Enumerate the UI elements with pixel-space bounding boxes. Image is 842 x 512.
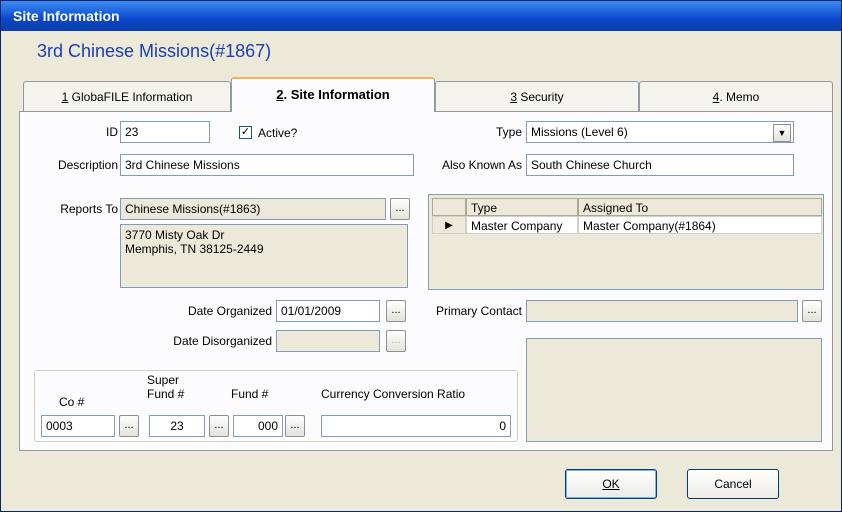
tab-site-information[interactable]: 2. Site Information <box>231 77 435 112</box>
date-organized-label: Date Organized <box>187 304 272 318</box>
title-bar: Site Information <box>1 1 841 31</box>
site-information-panel: ID 23 ✓ Active? Type Missions (Level 6) … <box>19 111 833 451</box>
cancel-button[interactable]: Cancel <box>687 469 779 499</box>
address-line-2: Memphis, TN 38125-2449 <box>125 242 264 256</box>
ok-button-label: OK <box>602 477 620 491</box>
grid-cell-type[interactable]: Master Company <box>466 216 578 234</box>
date-organized-picker-button[interactable]: ... <box>386 300 406 322</box>
description-label: Description <box>57 158 118 172</box>
tab-label: GlobaFILE Information <box>68 90 193 104</box>
tab-globafile-information[interactable]: 1 GlobaFILE Information <box>23 81 231 111</box>
co-number-field[interactable]: 0003 <box>41 415 115 437</box>
cancel-button-label: Cancel <box>714 477 752 491</box>
grid-column-assigned-to[interactable]: Assigned To <box>578 198 822 216</box>
date-disorganized-field <box>276 330 380 352</box>
current-row-indicator-icon: ▶ <box>432 216 466 234</box>
ok-button[interactable]: OK <box>565 469 657 499</box>
active-checkbox[interactable]: ✓ <box>239 126 252 139</box>
tab-key: 3 <box>510 90 517 104</box>
fund-number-field[interactable]: 000 <box>233 415 283 437</box>
fund-group: Co # Super Fund # Fund # Currency Conver… <box>34 370 518 442</box>
fund-number-browse-button[interactable]: ... <box>285 415 305 437</box>
active-label: Active? <box>258 126 298 140</box>
type-selected-value: Missions (Level 6) <box>531 125 628 139</box>
primary-contact-details <box>526 338 822 442</box>
super-label: Super <box>147 373 180 387</box>
co-number-label: Co # <box>59 395 85 409</box>
id-field[interactable]: 23 <box>120 121 210 143</box>
date-disorganized-picker-button: ... <box>386 330 406 352</box>
reports-to-field: Chinese Missions(#1863) <box>120 198 386 220</box>
date-disorganized-label: Date Disorganized <box>173 334 272 348</box>
co-number-browse-button[interactable]: ... <box>119 415 139 437</box>
type-label: Type <box>495 125 522 139</box>
primary-contact-browse-button[interactable]: ... <box>802 300 822 322</box>
reports-to-label: Reports To <box>60 202 118 216</box>
description-field[interactable]: 3rd Chinese Missions <box>120 154 414 176</box>
page-title: 3rd Chinese Missions(#1867) <box>37 41 272 61</box>
also-known-as-field[interactable]: South Chinese Church <box>526 154 794 176</box>
site-information-window: Site Information 3rd Chinese Missions(#1… <box>0 0 842 512</box>
id-label: ID <box>106 125 118 139</box>
window-title: Site Information <box>13 8 120 24</box>
reports-to-address: 3770 Misty Oak Dr Memphis, TN 38125-2449 <box>120 224 408 288</box>
fund-number-label: Fund # <box>231 387 269 401</box>
primary-contact-field <box>526 300 798 322</box>
super-fund-browse-button[interactable]: ... <box>209 415 229 437</box>
reports-to-browse-button[interactable]: ... <box>390 198 410 220</box>
tab-security[interactable]: 3 Security <box>435 81 639 111</box>
tab-label: . Memo <box>719 90 760 104</box>
tab-memo[interactable]: 4. Memo <box>639 81 833 111</box>
assignments-grid[interactable]: Type Assigned To ▶ Master Company Master… <box>428 194 824 290</box>
tab-key: 2 <box>276 87 284 102</box>
type-select[interactable]: Missions (Level 6) ▼ <box>526 121 794 143</box>
grid-row-header-corner <box>432 198 466 216</box>
date-organized-field[interactable]: 01/01/2009 <box>276 300 380 322</box>
also-known-as-label: Also Known As <box>441 158 522 172</box>
currency-conversion-ratio-label: Currency Conversion Ratio <box>321 387 466 401</box>
currency-conversion-ratio-field[interactable]: 0 <box>321 415 511 437</box>
super-fund-number-label: Fund # <box>147 387 185 401</box>
grid-column-type[interactable]: Type <box>466 198 578 216</box>
tab-label: Security <box>517 90 564 104</box>
tab-label: . Site Information <box>283 87 390 102</box>
primary-contact-label: Primary Contact <box>435 304 522 318</box>
address-line-1: 3770 Misty Oak Dr <box>125 228 225 242</box>
grid-cell-assigned-to[interactable]: Master Company(#1864) <box>578 216 822 234</box>
chevron-down-icon[interactable]: ▼ <box>773 124 791 142</box>
super-fund-number-field[interactable]: 23 <box>149 415 205 437</box>
